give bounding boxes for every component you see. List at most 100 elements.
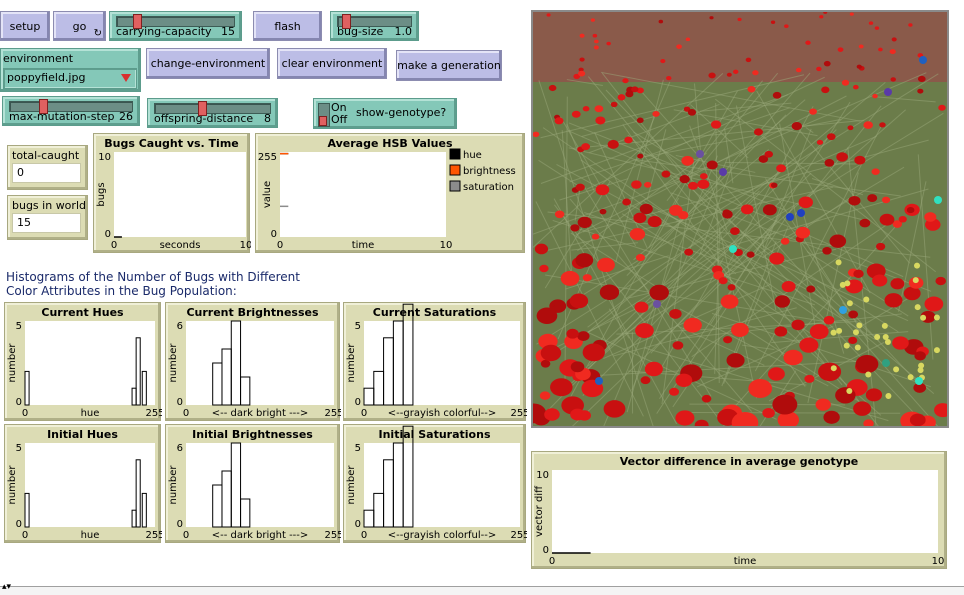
poppy-flower	[672, 341, 684, 350]
poppy-flower	[780, 237, 790, 245]
chooser-label: environment	[3, 52, 74, 65]
x-tick-label: 0	[361, 408, 367, 419]
x-axis-label: hue	[81, 408, 100, 419]
poppy-flower	[617, 94, 626, 101]
poppy-flower	[784, 24, 789, 28]
poppy-flower	[762, 408, 775, 419]
legend-label: hue	[463, 150, 482, 161]
poppy-flower	[924, 296, 944, 312]
yellow-flower	[835, 259, 842, 266]
poppy-flower	[539, 391, 551, 400]
poppy-flower	[938, 104, 946, 111]
poppy-flower	[534, 243, 549, 255]
poppy-flower	[595, 116, 606, 125]
poppy-flower	[606, 41, 611, 46]
bug-icon	[595, 377, 603, 385]
clear-environment-button[interactable]: clear environment	[277, 48, 387, 79]
y-tick-label: 0	[16, 397, 22, 408]
poppy-flower	[815, 398, 831, 411]
carrying-capacity-slider[interactable]: carrying-capacity 15	[109, 11, 242, 41]
poppy-flower	[706, 160, 718, 170]
poppy-flower	[823, 410, 840, 424]
poppy-flower	[837, 47, 844, 52]
switch-label: show-genotype?	[356, 106, 447, 119]
chooser-value-box[interactable]: poppyfield.jpg	[3, 68, 137, 89]
poppy-flower	[570, 224, 580, 232]
poppy-flower	[855, 354, 879, 374]
poppy-flower	[816, 139, 824, 145]
poppy-flower	[791, 121, 802, 131]
poppy-flower	[685, 37, 691, 42]
poppy-flower	[858, 44, 864, 49]
x-axis-label: <--grayish colorful-->	[388, 408, 496, 419]
clear-environment-label: clear environment	[281, 57, 383, 70]
y-axis-label: number	[7, 465, 18, 505]
bugs-caught-plot: Bugs Caught vs. Time 10 0 0 10 seconds bugs	[93, 133, 251, 253]
x-tick-label: 10	[240, 240, 251, 251]
poppy-flower	[552, 304, 562, 312]
y-tick-label: 5	[355, 321, 361, 332]
make-generation-button[interactable]: make a generation	[396, 50, 502, 81]
poppy-flower	[697, 179, 710, 190]
poppy-flower	[610, 101, 618, 108]
poppy-flower	[909, 413, 926, 426]
x-tick-label: 0	[183, 408, 189, 419]
poppy-flower	[889, 49, 896, 55]
legend-swatch	[449, 148, 461, 160]
x-tick-label: 0	[22, 530, 28, 541]
poppy-flower	[770, 182, 778, 188]
setup-label: setup	[9, 19, 41, 33]
poppy-flower	[849, 12, 854, 16]
yellow-flower	[914, 304, 921, 311]
poppy-flower	[804, 374, 815, 383]
y-axis-label: vector diff	[534, 485, 545, 537]
poppy-flower	[718, 277, 728, 285]
x-axis-label: time	[352, 240, 375, 251]
y-axis-label: value	[262, 181, 273, 208]
yellow-flower	[843, 342, 850, 349]
poppy-flower	[884, 293, 903, 308]
x-tick-label: 10	[932, 556, 945, 567]
poppy-flower	[799, 337, 819, 353]
max-mutation-step-slider[interactable]: max-mutation-step 26	[2, 96, 140, 126]
x-tick-label: 0	[111, 240, 117, 251]
poppy-flower	[740, 204, 754, 215]
poppy-flower	[935, 276, 946, 286]
poppy-flower	[660, 59, 666, 64]
y-tick-label: 10	[536, 470, 549, 481]
poppy-flower	[917, 88, 924, 94]
y-tick-label: 0	[177, 519, 183, 530]
world-view[interactable]	[531, 10, 949, 428]
poppy-flower	[676, 44, 682, 49]
bug-icon	[882, 359, 890, 367]
poppy-flower	[768, 367, 785, 381]
poppy-flower	[539, 264, 549, 273]
bug-size-slider[interactable]: bug-size 1.0	[330, 11, 419, 41]
go-button[interactable]: go ↻	[53, 11, 106, 41]
offspring-distance-slider[interactable]: offspring-distance 8	[147, 98, 278, 128]
monitor-label: total-caught	[12, 149, 80, 162]
poppy-flower	[908, 23, 913, 27]
poppy-flower	[669, 308, 682, 319]
environment-chooser[interactable]: environment poppyfield.jpg	[0, 48, 141, 92]
poppy-flower	[554, 117, 564, 125]
show-genotype-switch[interactable]: On Off show-genotype?	[313, 98, 457, 129]
plot-area	[186, 443, 334, 527]
legend-label: brightness	[463, 166, 516, 177]
setup-button[interactable]: setup	[0, 11, 50, 41]
plot-canvas: 255 00 10 time value hue brightness saturation	[258, 148, 516, 251]
switch-toggle[interactable]	[318, 103, 330, 127]
poppy-flower	[781, 280, 796, 293]
change-environment-button[interactable]: change-environment	[146, 48, 270, 79]
monitor-value: 15	[12, 213, 81, 233]
flash-button[interactable]: flash	[253, 11, 322, 41]
poppy-flower	[722, 209, 731, 216]
x-axis-label: <--grayish colorful-->	[388, 530, 496, 541]
poppy-flower	[772, 91, 782, 99]
yellow-flower	[865, 371, 872, 378]
slider-label: bug-size	[337, 25, 384, 38]
plot-area	[114, 152, 246, 237]
slider-label: offspring-distance	[154, 112, 254, 125]
poppy-flower	[847, 125, 854, 131]
poppy-flower	[727, 284, 736, 291]
